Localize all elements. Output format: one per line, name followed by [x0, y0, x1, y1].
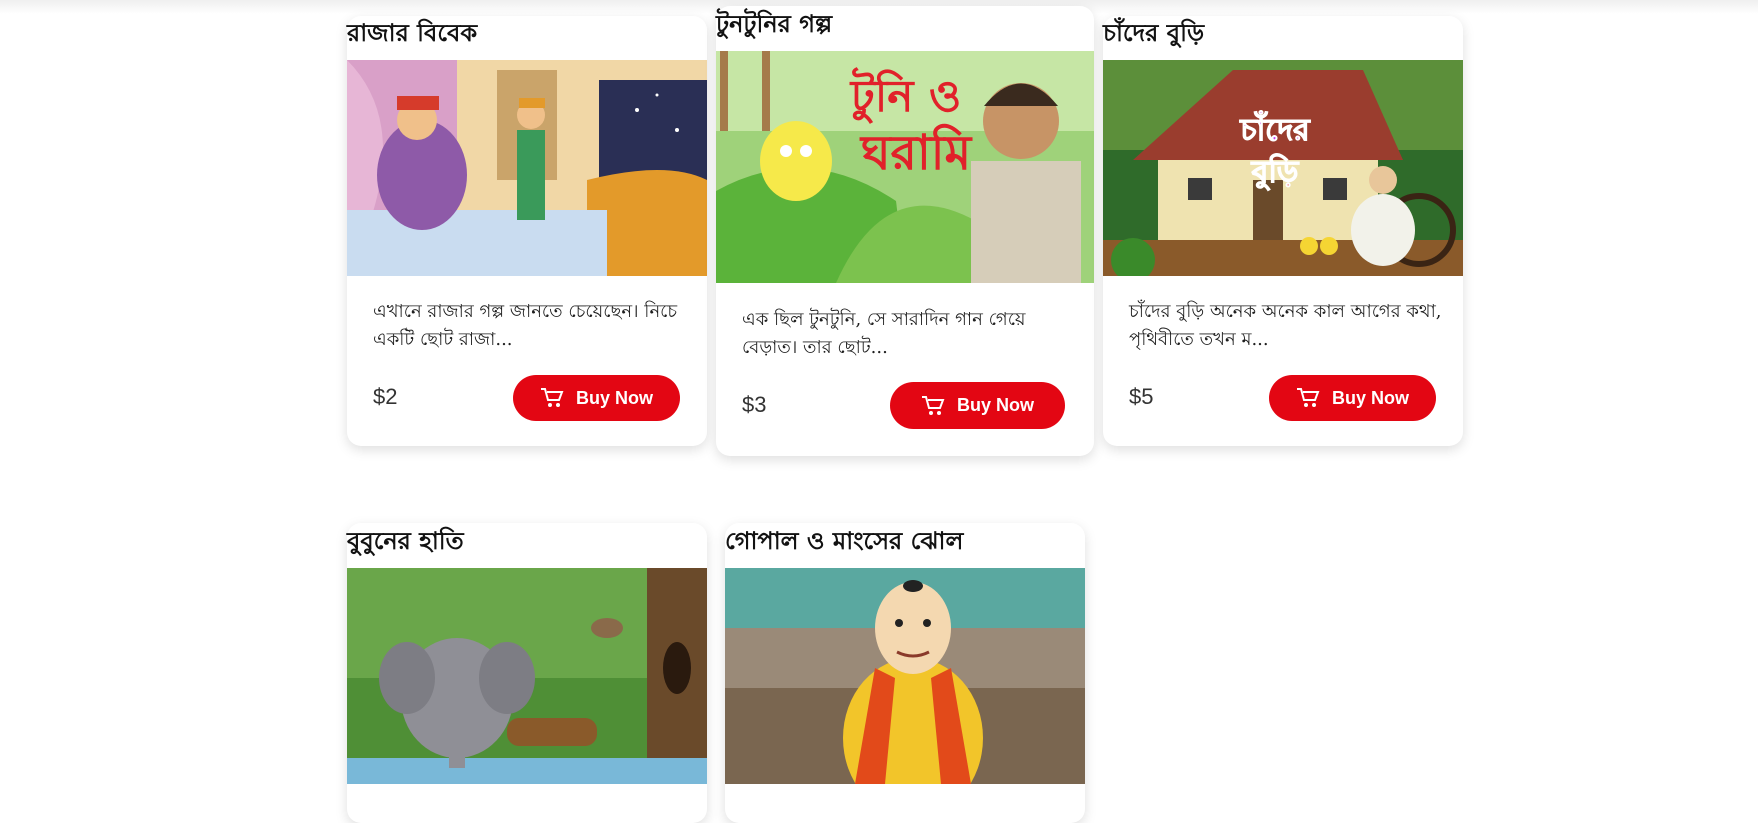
product-title: রাজার বিবেক — [347, 19, 478, 47]
image-title-line1: চাঁদের — [1239, 110, 1311, 148]
product-price: $3 — [742, 392, 767, 417]
product-title: চাঁদের বুড়ি — [1103, 19, 1205, 47]
product-description: এক ছিল টুনটুনি, সে সারাদিন গান গেয়ে বেড… — [742, 309, 1026, 358]
buy-now-button[interactable]: Buy Now — [890, 382, 1065, 429]
image-title-line1: টুনি ও — [849, 67, 962, 123]
product-price: $2 — [373, 384, 398, 409]
product-description: এখানে রাজার গল্প জানতে চেয়েছেন। নিচে এক… — [373, 301, 678, 350]
product-image[interactable] — [347, 568, 707, 784]
product-image[interactable]: চাঁদের বুড়ি — [1103, 60, 1463, 276]
product-card: রাজার বিবেক এখানে রাজার গল্প জানতে চেয়ে… — [347, 16, 707, 446]
product-description: চাঁদের বুড়ি অনেক অনেক কাল আগের কথা, পৃথ… — [1129, 301, 1442, 350]
product-card: চাঁদের বুড়ি চাঁদের বুড়ি চাঁদের বুড়ি অ… — [1103, 16, 1463, 446]
buy-now-label: Buy Now — [575, 387, 653, 408]
buy-now-label: Buy Now — [1331, 387, 1409, 408]
product-title: গোপাল ও মাংসের ঝোল — [725, 527, 964, 555]
product-card: টুনটুনির গল্প টুনি ও ঘরামি এক ছিল টুনটুন… — [716, 6, 1094, 456]
image-title-line2: ঘরামি — [859, 124, 974, 181]
product-title: টুনটুনির গল্প — [716, 10, 833, 38]
buy-now-button[interactable]: Buy Now — [1269, 375, 1436, 421]
product-image[interactable]: টুনি ও ঘরামি — [716, 51, 1094, 283]
buy-now-button[interactable]: Buy Now — [513, 375, 680, 421]
image-title-line2: বুড়ি — [1251, 153, 1300, 191]
cart-icon — [921, 395, 945, 417]
cart-icon — [540, 387, 564, 409]
product-image[interactable] — [725, 568, 1085, 784]
product-title: বুবুনের হাতি — [347, 527, 464, 555]
buy-now-label: Buy Now — [956, 395, 1034, 415]
cart-icon — [1296, 387, 1320, 409]
product-price: $5 — [1129, 384, 1154, 409]
product-card: গোপাল ও মাংসের ঝোল — [725, 523, 1085, 823]
product-image[interactable] — [347, 60, 707, 276]
product-card: বুবুনের হাতি — [347, 523, 707, 823]
